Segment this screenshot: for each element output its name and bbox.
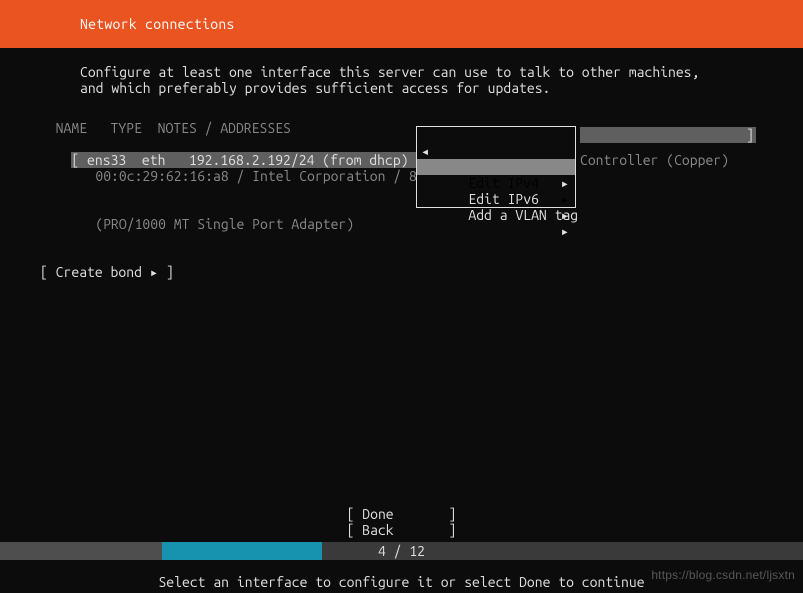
menu-item-edit-ipv4[interactable]: Edit IPv4 ▸ <box>417 159 575 175</box>
closing-bracket: ] <box>746 127 754 143</box>
menu-item-edit-ipv6[interactable]: Edit IPv6 ▸ <box>417 175 575 191</box>
chevron-right-icon: ▸ <box>561 223 569 239</box>
action-buttons: [ Done ] [ Back ] <box>0 506 803 538</box>
back-button[interactable]: [ Back ] <box>0 522 803 538</box>
create-bond-item[interactable]: [ Create bond ▸ ] <box>40 264 763 280</box>
menu-item-close[interactable]: ◂ (close) <box>417 127 575 143</box>
progress-text: 4 / 12 <box>0 543 803 559</box>
page-title: Network connections <box>80 16 235 32</box>
progress-bar: 4 / 12 <box>0 542 803 560</box>
title-bar: Network connections <box>0 0 803 48</box>
watermark: https://blog.csdn.net/ljsxtn <box>651 567 795 583</box>
interface-context-menu: ◂ (close) Info ▸ Edit IPv4 ▸ Edit IPv6 ▸… <box>416 126 576 208</box>
done-button[interactable]: [ Done ] <box>0 506 803 522</box>
intro-line-1: Configure at least one interface this se… <box>80 64 763 80</box>
interface-detail-2: (PRO/1000 MT Single Port Adapter) <box>40 200 763 248</box>
menu-item-label: Add a VLAN tag <box>468 207 578 223</box>
intro-text: Configure at least one interface this se… <box>80 64 763 96</box>
menu-item-info[interactable]: Info ▸ <box>417 143 575 159</box>
menu-item-add-vlan[interactable]: Add a VLAN tag ▸ <box>417 191 575 207</box>
interface-highlight-extension: ] <box>580 127 756 143</box>
controller-text: Controller (Copper) <box>580 152 729 168</box>
interface-row-selected-text: [ ens33 eth 192.168.2.192/24 (from dhcp)… <box>71 152 432 168</box>
intro-line-2: and which preferably provides sufficient… <box>80 80 763 96</box>
